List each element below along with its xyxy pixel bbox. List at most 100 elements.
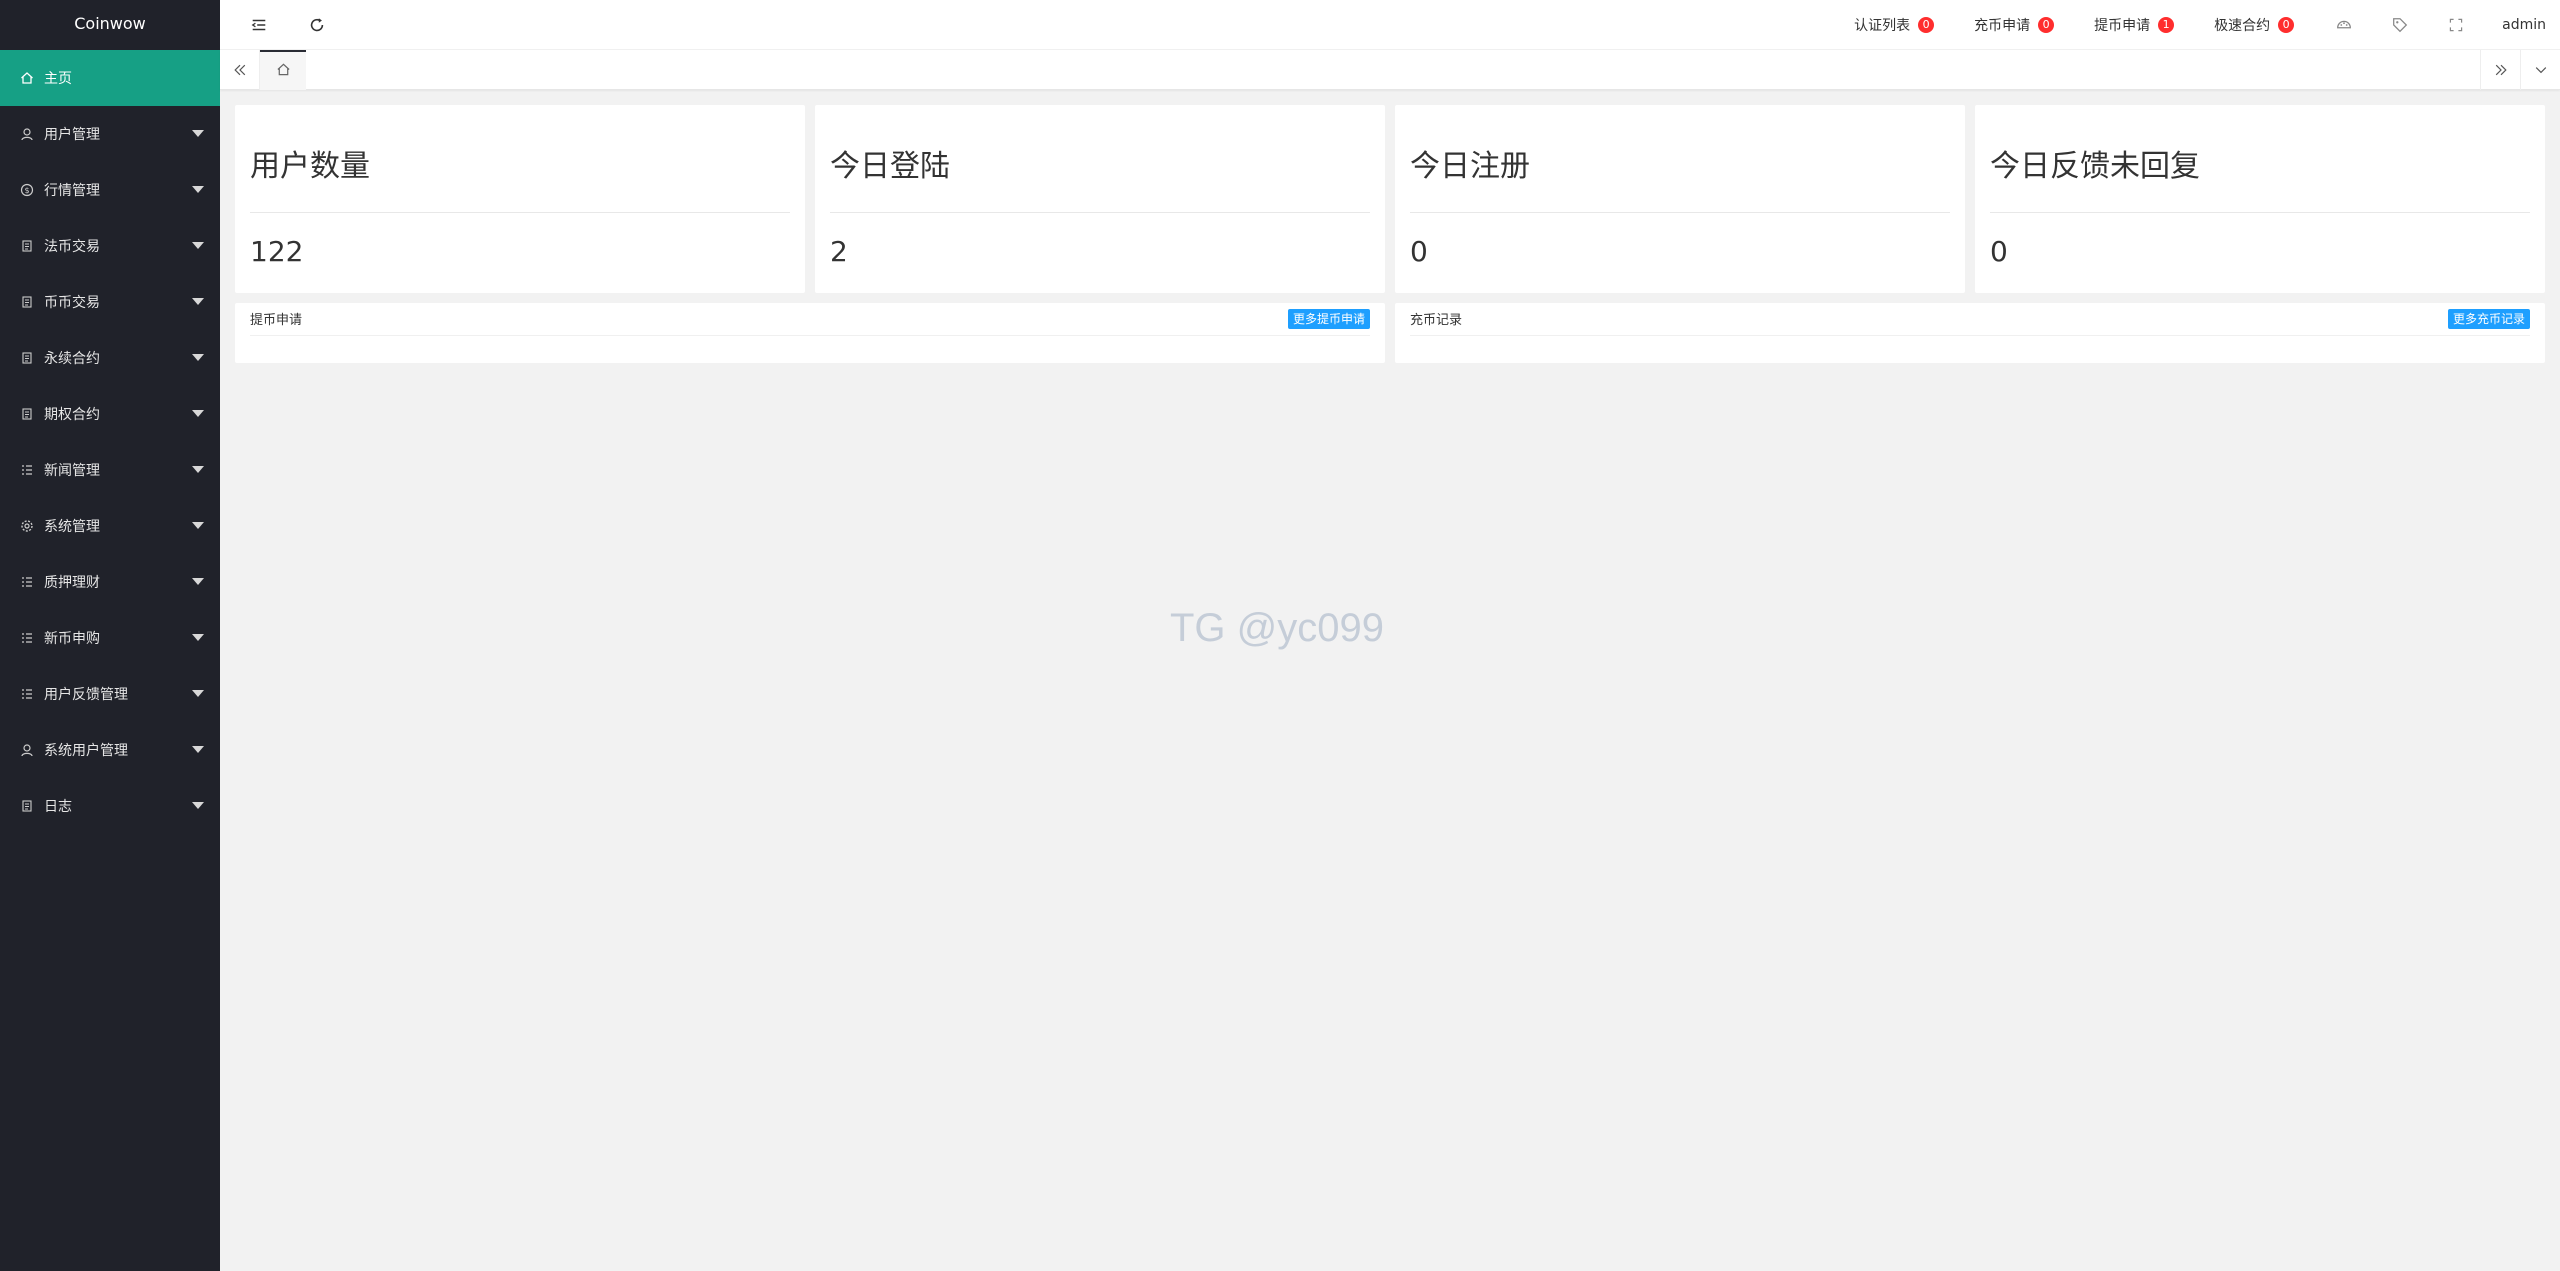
tag-icon[interactable]	[2390, 15, 2410, 35]
sidebar-item-fiat-trading[interactable]: 法币交易	[0, 218, 220, 274]
tab-next-icon[interactable]	[2480, 50, 2520, 90]
more-withdraw-button[interactable]: 更多提币申请	[1287, 309, 1370, 329]
caret-down-icon	[192, 354, 204, 361]
caret-down-icon	[192, 410, 204, 417]
sidebar-item-label: 新闻管理	[44, 463, 100, 479]
stat-value: 0	[1990, 235, 2008, 268]
header-link-deposit[interactable]: 充币申请 0	[1974, 15, 2055, 35]
more-deposit-button[interactable]: 更多充币记录	[2447, 309, 2530, 329]
sidebar-item-staking[interactable]: 质押理财	[0, 554, 220, 610]
stat-value: 2	[830, 235, 848, 268]
app-logo[interactable]: Coinwow	[0, 0, 220, 50]
refresh-icon[interactable]	[306, 14, 328, 36]
sidebar-item-market-management[interactable]: $ 行情管理	[0, 162, 220, 218]
header-link-label: 极速合约	[2214, 18, 2271, 34]
sidebar-item-system-users[interactable]: 系统用户管理	[0, 722, 220, 778]
sidebar-item-perpetual-contract[interactable]: 永续合约	[0, 330, 220, 386]
panel-deposit-records: 充币记录 更多充币记录	[1395, 303, 2545, 363]
sidebar-item-user-feedback[interactable]: 用户反馈管理	[0, 666, 220, 722]
sidebar-item-options-contract[interactable]: 期权合约	[0, 386, 220, 442]
sidebar-item-label: 新币申购	[44, 631, 100, 647]
sidebar-nav: 主页 用户管理 $ 行情管理 法币交易 币币交易 永续合约 期权合约 新闻管理 …	[0, 50, 220, 834]
sidebar-item-logs[interactable]: 日志	[0, 778, 220, 834]
panel-title: 充币记录	[1410, 313, 1463, 328]
home-icon	[20, 71, 34, 85]
home-icon	[276, 62, 291, 81]
header-link-express-contract[interactable]: 极速合约 0	[2214, 15, 2295, 35]
caret-down-icon	[192, 242, 204, 249]
sidebar-item-label: 永续合约	[44, 351, 100, 367]
panel-withdraw-requests: 提币申请 更多提币申请	[235, 303, 1385, 363]
count-badge: 0	[1918, 17, 1935, 33]
collapse-menu-icon[interactable]	[248, 14, 270, 36]
list-icon	[20, 687, 34, 701]
header-left-tools	[248, 0, 328, 50]
panel-divider	[1410, 335, 2530, 336]
stat-divider	[830, 212, 1370, 213]
user-menu[interactable]: admin	[2502, 17, 2546, 33]
sidebar-item-label: 币币交易	[44, 295, 100, 311]
caret-down-icon	[192, 578, 204, 585]
count-badge: 0	[2038, 17, 2055, 33]
caret-down-icon	[192, 522, 204, 529]
tab-prev-icon[interactable]	[220, 50, 260, 90]
tab-options-chevron-down-icon[interactable]	[2520, 50, 2560, 90]
stat-title: 用户数量	[250, 149, 370, 184]
sidebar-item-new-coin-subscription[interactable]: 新币申购	[0, 610, 220, 666]
dollar-icon: $	[20, 183, 34, 197]
header-link-withdraw[interactable]: 提币申请 1	[2094, 15, 2175, 35]
list-icon	[20, 631, 34, 645]
doc-icon	[20, 351, 34, 365]
header-link-label: 提币申请	[2094, 18, 2151, 34]
user-icon	[20, 127, 34, 141]
gear-icon	[20, 519, 34, 533]
header-right-tools: 认证列表 0 充币申请 0 提币申请 1 极速合约 0 admin	[1854, 0, 2560, 50]
stat-title: 今日反馈未回复	[1990, 149, 2200, 184]
doc-icon	[20, 407, 34, 421]
sidebar-item-label: 系统用户管理	[44, 743, 128, 759]
sidebar-item-system-management[interactable]: 系统管理	[0, 498, 220, 554]
caret-down-icon	[192, 690, 204, 697]
caret-down-icon	[192, 634, 204, 641]
stat-card-today-login: 今日登陆 2	[815, 105, 1385, 293]
stat-card-today-register: 今日注册 0	[1395, 105, 1965, 293]
doc-icon	[20, 799, 34, 813]
stat-divider	[1410, 212, 1950, 213]
sidebar-item-label: 系统管理	[44, 519, 100, 535]
sidebar-item-label: 用户管理	[44, 127, 100, 143]
tab-home[interactable]	[260, 50, 306, 90]
sidebar-item-user-management[interactable]: 用户管理	[0, 106, 220, 162]
stat-value: 122	[250, 235, 304, 268]
list-icon	[20, 463, 34, 477]
caret-down-icon	[192, 746, 204, 753]
doc-icon	[20, 239, 34, 253]
header-link-verification[interactable]: 认证列表 0	[1854, 15, 1935, 35]
panel-title: 提币申请	[250, 313, 303, 328]
stat-title: 今日登陆	[830, 149, 950, 184]
panel-divider	[250, 335, 1370, 336]
sidebar-item-label: 主页	[44, 71, 72, 87]
doc-icon	[20, 295, 34, 309]
sidebar-item-coin-trading[interactable]: 币币交易	[0, 274, 220, 330]
top-header: 认证列表 0 充币申请 0 提币申请 1 极速合约 0 admin	[220, 0, 2560, 50]
caret-down-icon	[192, 186, 204, 193]
stat-divider	[1990, 212, 2530, 213]
caret-down-icon	[192, 802, 204, 809]
count-badge: 1	[2158, 17, 2175, 33]
count-badge: 0	[2278, 17, 2295, 33]
header-link-label: 充币申请	[1974, 18, 2031, 34]
page-tabs	[220, 50, 2560, 90]
fullscreen-icon[interactable]	[2446, 15, 2466, 35]
sidebar-item-label: 用户反馈管理	[44, 687, 128, 703]
svg-text:$: $	[24, 186, 29, 195]
caret-down-icon	[192, 298, 204, 305]
sidebar: Coinwow 主页 用户管理 $ 行情管理 法币交易 币币交易 永续合约 期权…	[0, 0, 220, 1271]
user-icon	[20, 743, 34, 757]
theme-icon[interactable]	[2334, 15, 2354, 35]
sidebar-item-home[interactable]: 主页	[0, 50, 220, 106]
list-icon	[20, 575, 34, 589]
sidebar-item-news-management[interactable]: 新闻管理	[0, 442, 220, 498]
sidebar-item-label: 质押理财	[44, 575, 100, 591]
stat-card-unreplied-feedback: 今日反馈未回复 0	[1975, 105, 2545, 293]
sidebar-item-label: 期权合约	[44, 407, 100, 423]
